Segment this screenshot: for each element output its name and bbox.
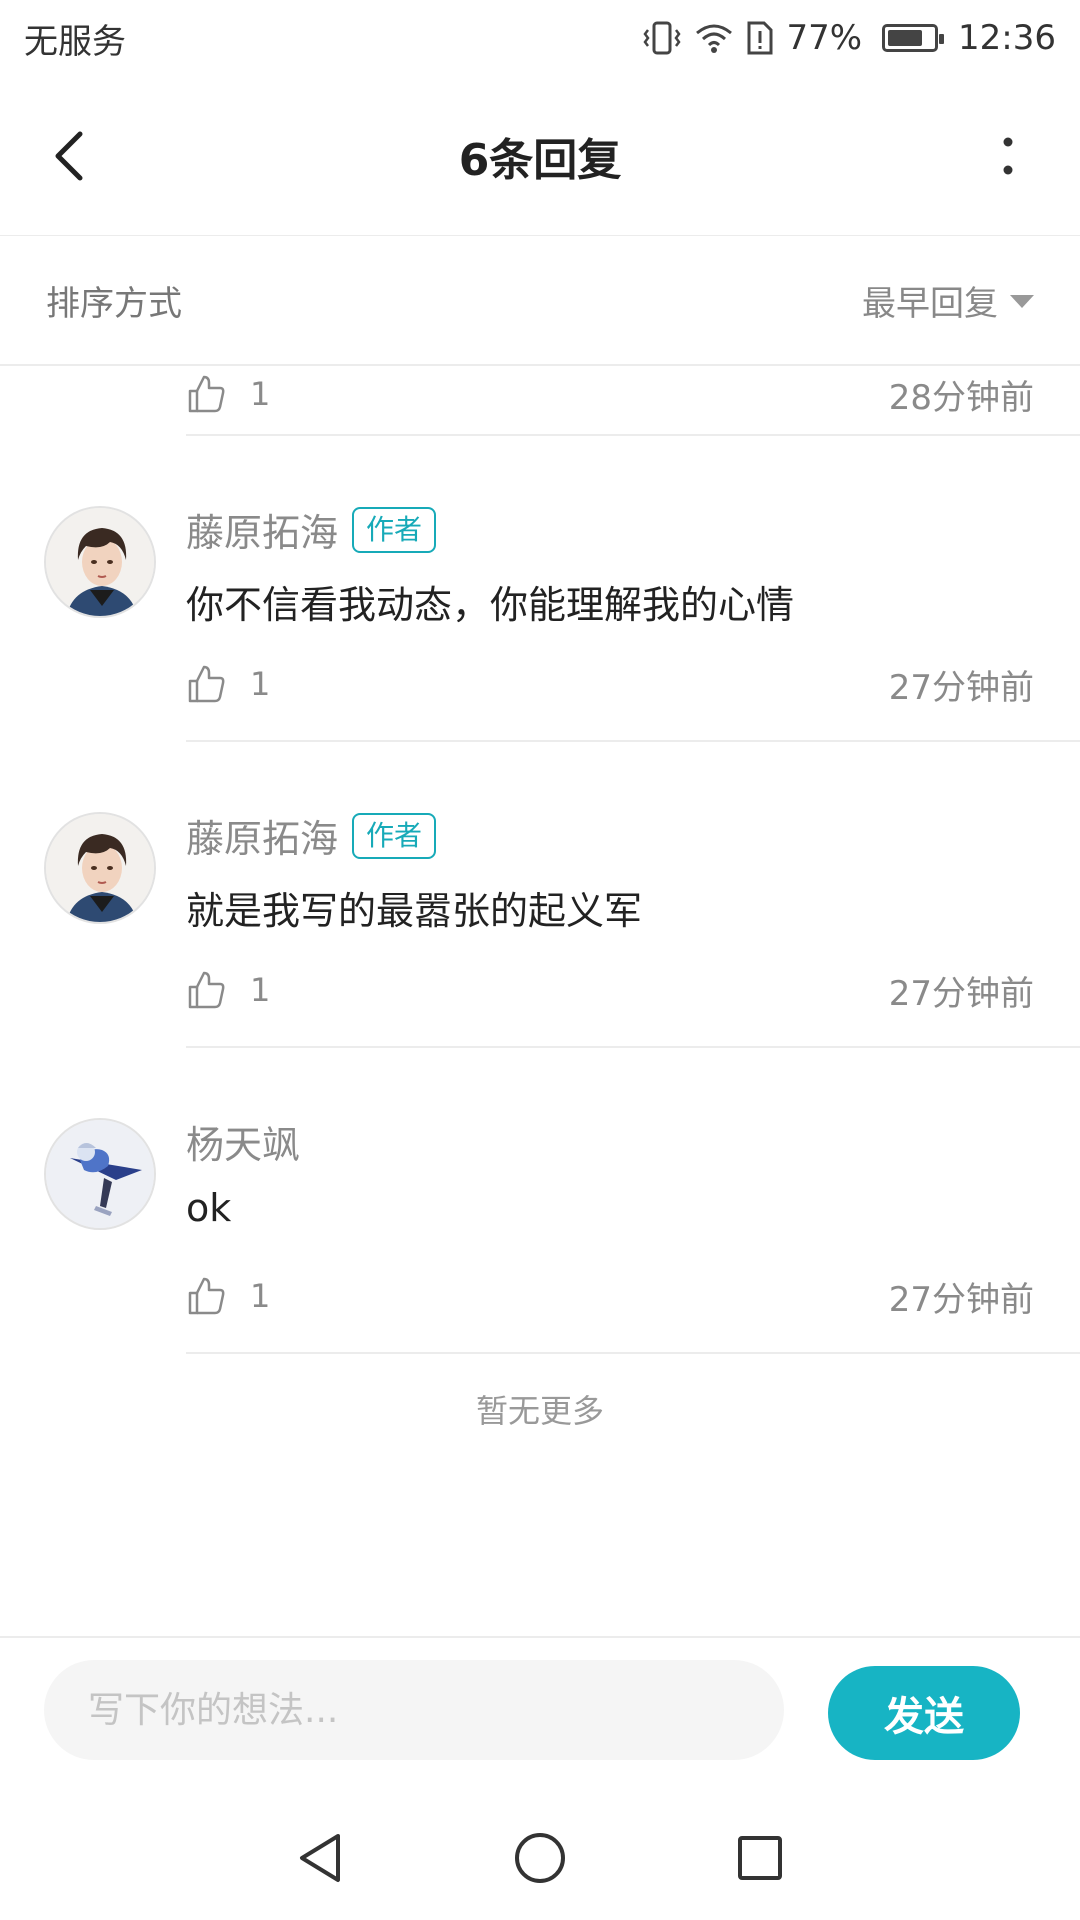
like-button[interactable]: 1 xyxy=(186,373,270,415)
list-item[interactable]: 藤原拓海 作者 你不信看我动态，你能理解我的心情 1 27分钟前 xyxy=(0,436,1080,742)
comment-input[interactable] xyxy=(44,1660,784,1760)
avatar-portrait xyxy=(46,508,154,616)
nav-recents-button[interactable] xyxy=(725,1823,795,1893)
status-icons: 77% 12:36 xyxy=(642,18,1056,58)
back-arrow-icon xyxy=(55,131,83,181)
reply-time: 27分钟前 xyxy=(888,973,1034,1014)
reply-time: 28分钟前 xyxy=(888,377,1034,418)
avatar[interactable] xyxy=(44,1118,156,1230)
system-nav-bar xyxy=(0,1796,1080,1920)
top-app-bar: 6条回复 xyxy=(0,76,1080,236)
triangle-back-icon xyxy=(300,1834,340,1882)
like-count: 1 xyxy=(250,971,271,1009)
nav-back-button[interactable] xyxy=(285,1823,355,1893)
clock: 12:36 xyxy=(958,18,1056,58)
author-badge: 作者 xyxy=(352,506,437,553)
send-button[interactable]: 发送 xyxy=(828,1666,1020,1760)
reply-time: 27分钟前 xyxy=(888,667,1034,708)
author-name[interactable]: 藤原拓海 xyxy=(186,502,338,557)
author-line: 杨天飒 xyxy=(186,1114,300,1169)
battery-icon xyxy=(882,24,945,52)
divider xyxy=(186,1352,1080,1354)
more-vertical-icon xyxy=(1003,137,1013,175)
like-button[interactable]: 1 xyxy=(186,663,270,705)
caret-down-icon xyxy=(1010,294,1034,308)
circle-home-icon xyxy=(515,1833,565,1883)
battery-level xyxy=(888,30,922,46)
list-item[interactable]: 杨天飒 ok 1 27分钟前 xyxy=(0,1048,1080,1354)
reply-list[interactable]: 1 28分钟前 藤原拓海 作者 你不信看我动态，你能理解我的心情 1 27分钟前… xyxy=(0,366,1080,1636)
like-count: 1 xyxy=(250,665,271,703)
avatar-illustration xyxy=(46,1120,154,1228)
back-button[interactable] xyxy=(40,126,100,186)
page-title: 6条回复 xyxy=(458,134,622,186)
sort-bar: 排序方式 最早回复 xyxy=(0,236,1080,366)
author-name[interactable]: 藤原拓海 xyxy=(186,808,338,863)
sort-label: 排序方式 xyxy=(46,283,182,324)
reply-meta: 1 27分钟前 xyxy=(186,960,1034,1020)
reply-text: ok xyxy=(186,1186,232,1230)
sort-dropdown[interactable]: 最早回复 xyxy=(862,276,1034,325)
reply-meta: 1 28分钟前 xyxy=(186,366,1034,424)
thumbs-up-icon xyxy=(188,665,225,703)
list-item[interactable]: 藤原拓海 作者 就是我写的最嚣张的起义军 1 27分钟前 xyxy=(0,742,1080,1048)
thumbs-up-icon xyxy=(188,375,225,413)
comment-composer: 发送 xyxy=(0,1636,1080,1796)
avatar[interactable] xyxy=(44,812,156,924)
status-bar: 无服务 77% 12:36 xyxy=(0,0,1080,76)
sort-selected-value: 最早回复 xyxy=(862,283,998,324)
author-badge: 作者 xyxy=(352,812,437,859)
wifi-icon xyxy=(694,21,734,55)
avatar[interactable] xyxy=(44,506,156,618)
thumbs-up-icon xyxy=(188,971,225,1009)
reply-text: 你不信看我动态，你能理解我的心情 xyxy=(186,583,795,627)
reply-time: 27分钟前 xyxy=(888,1279,1034,1320)
more-options-button[interactable] xyxy=(988,126,1028,186)
nav-home-button[interactable] xyxy=(505,1823,575,1893)
like-button[interactable]: 1 xyxy=(186,969,270,1011)
author-line: 藤原拓海 作者 xyxy=(186,502,437,557)
no-more-text: 暂无更多 xyxy=(475,1392,604,1430)
author-name[interactable]: 杨天飒 xyxy=(186,1114,300,1169)
reply-text: 就是我写的最嚣张的起义军 xyxy=(186,889,643,933)
reply-meta: 1 27分钟前 xyxy=(186,654,1034,714)
battery-percent: 77% xyxy=(786,18,863,58)
list-item: 1 28分钟前 xyxy=(186,366,1080,436)
vibrate-icon xyxy=(642,20,682,56)
avatar-portrait xyxy=(46,814,154,922)
like-button[interactable]: 1 xyxy=(186,1275,270,1317)
author-line: 藤原拓海 作者 xyxy=(186,808,437,863)
reply-meta: 1 27分钟前 xyxy=(186,1266,1034,1326)
thumbs-up-icon xyxy=(188,1277,225,1315)
carrier-label: 无服务 xyxy=(24,21,126,62)
like-count: 1 xyxy=(250,1277,271,1315)
like-count: 1 xyxy=(250,375,271,413)
square-recents-icon xyxy=(738,1836,782,1880)
sim-alert-icon xyxy=(746,20,774,56)
